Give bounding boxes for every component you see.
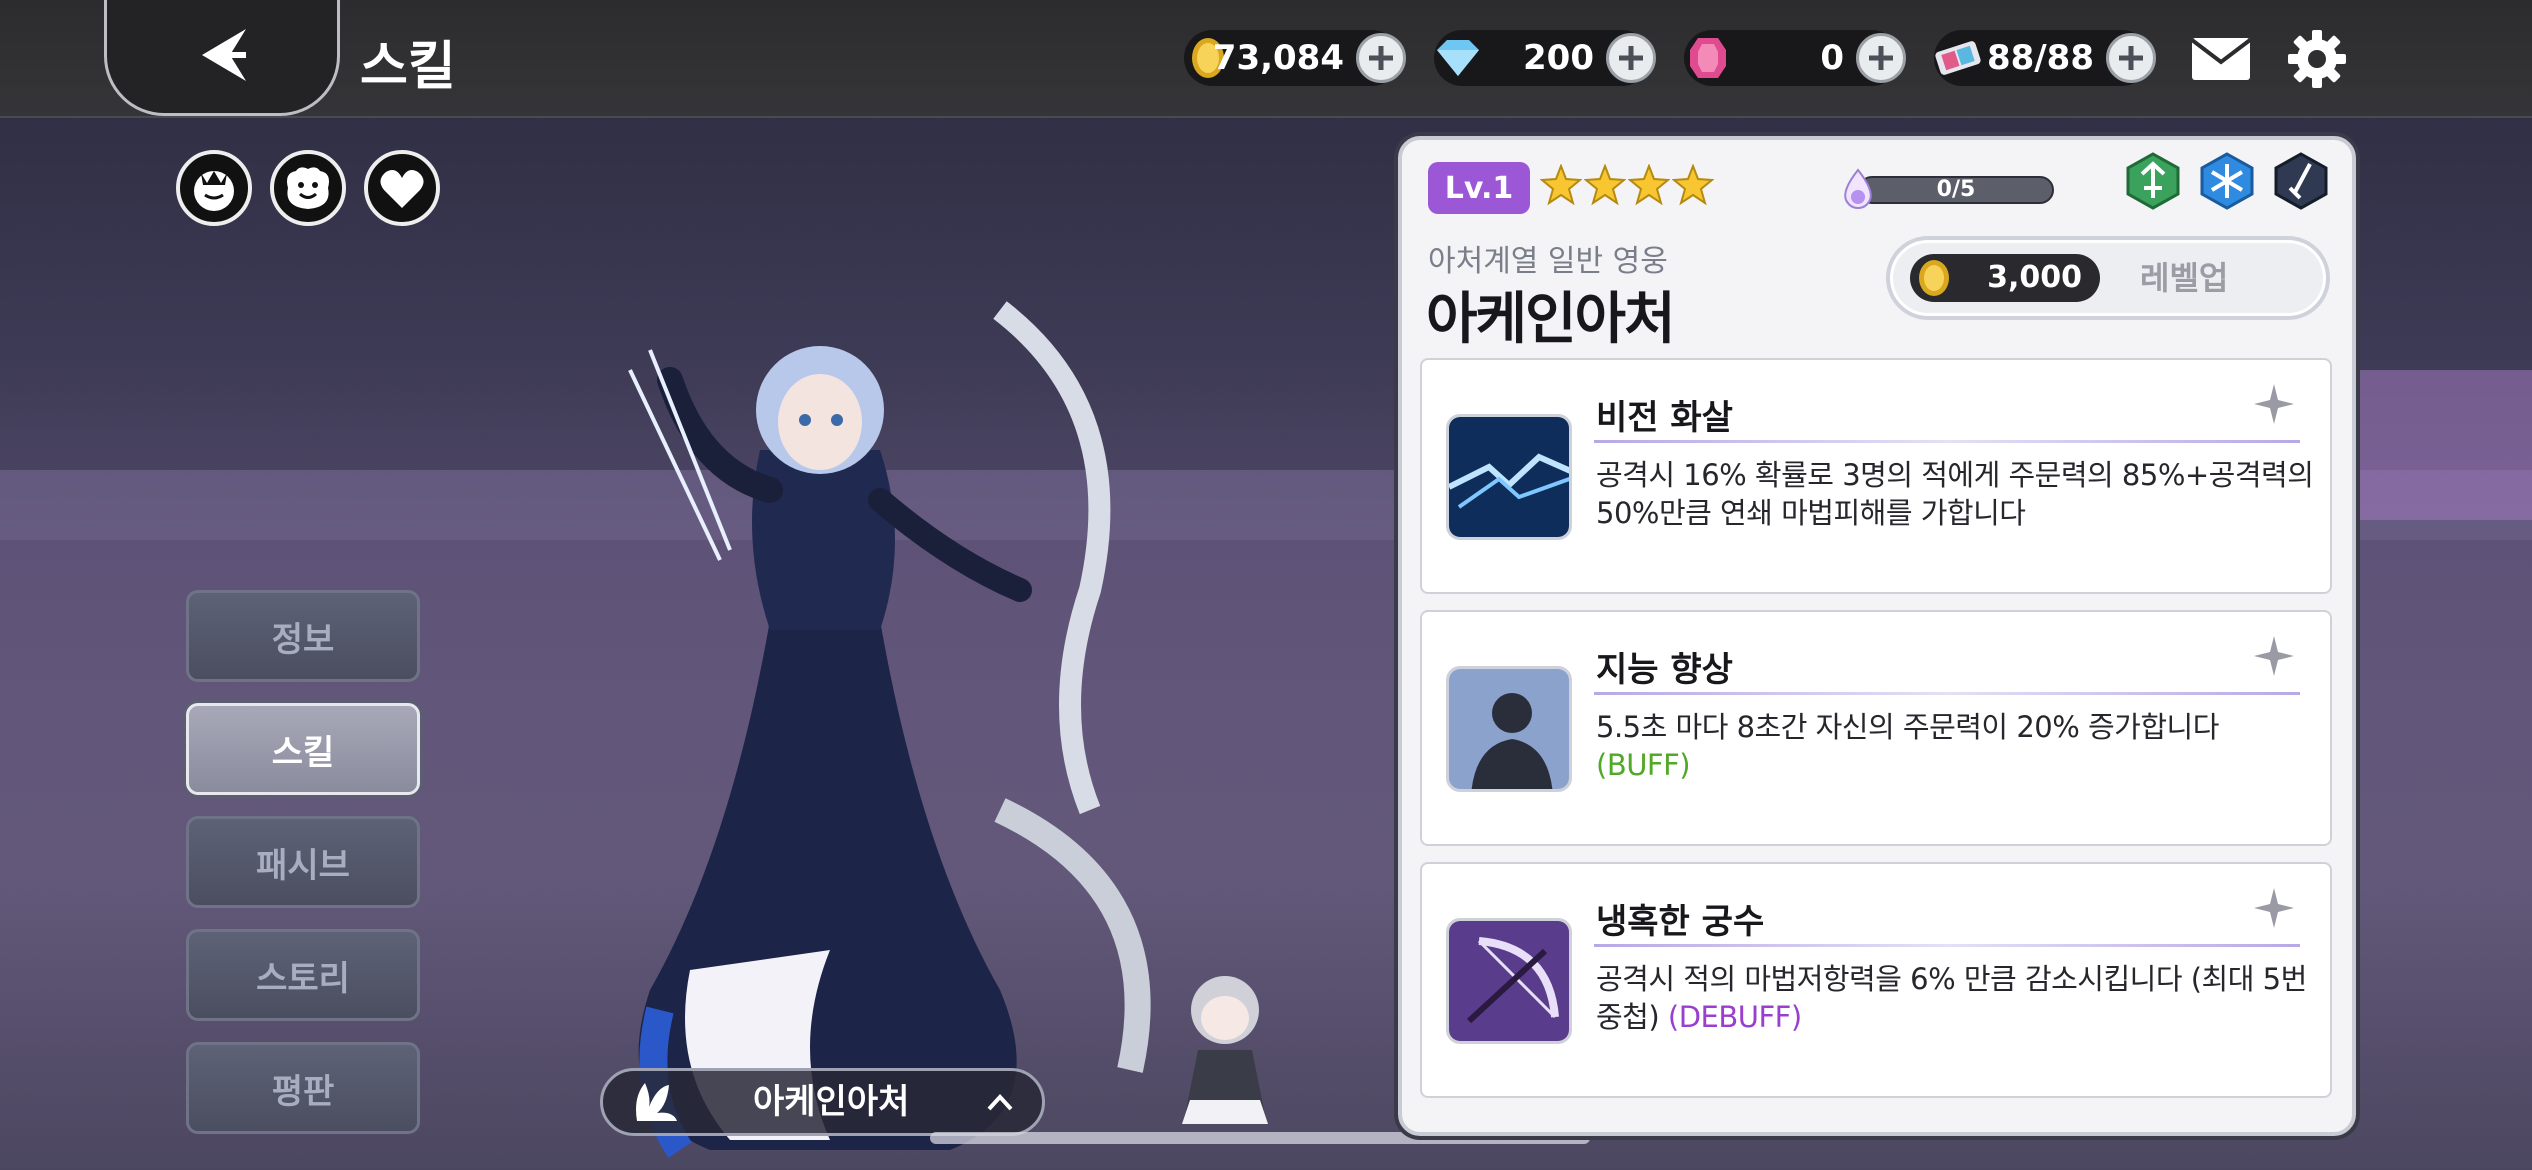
level-up-cost-value: 3,000 <box>1987 260 2082 295</box>
stamina-ticket-icon <box>1930 30 1986 86</box>
page-title: 스킬 <box>360 37 456 97</box>
character-name-bar[interactable]: 아케인아처 <box>600 1068 1045 1136</box>
stamina-counter: 88/88 <box>1934 30 2156 86</box>
ice-element-icon <box>2200 152 2254 210</box>
attack-type-icon <box>2274 152 2328 210</box>
exp-value: 0/5 <box>1936 177 1976 202</box>
back-arrow-icon <box>202 28 246 81</box>
level-badge: Lv.1 <box>1428 162 1530 214</box>
sparkle-icon <box>2254 888 2294 928</box>
chibi-character <box>1182 976 1268 1124</box>
tab-info[interactable]: 정보 <box>186 590 420 682</box>
plus-icon <box>1619 46 1643 70</box>
diamond-icon <box>1430 30 1486 86</box>
skill-card[interactable]: 냉혹한 궁수 공격시 적의 마법저항력을 6% 만큼 감소시킵니다 (최대 5번… <box>1420 862 2332 1098</box>
skill-card[interactable]: 비전 화살 공격시 16% 확률로 3명의 적에게 주문력의 85%+공격력의 … <box>1420 358 2332 594</box>
diamond-value: 200 <box>1523 38 1594 78</box>
skill-description: 공격시 적의 마법저항력을 6% 만큼 감소시킵니다 (최대 5번 중첩) (D… <box>1596 960 2316 1036</box>
soul-drop-icon <box>1844 168 1872 210</box>
skill-description: 공격시 16% 확률로 3명의 적에게 주문력의 85%+공격력의 50%만큼 … <box>1596 456 2316 532</box>
ruby-value: 0 <box>1820 38 1844 78</box>
tab-story[interactable]: 스토리 <box>186 929 420 1021</box>
heart-icon <box>380 170 424 208</box>
plus-icon <box>1869 46 1893 70</box>
smile-emote-button[interactable] <box>270 150 346 226</box>
skill-description-text: 5.5초 마다 8초간 자신의 주문력이 20% 증가합니다 <box>1596 710 2219 744</box>
gold-coin-icon <box>1919 260 1949 296</box>
skill-description-text: 공격시 16% 확률로 3명의 적에게 주문력의 85%+공격력의 50%만큼 … <box>1596 458 2314 530</box>
divider <box>1594 440 2300 443</box>
plus-icon <box>2119 46 2143 70</box>
level-up-button[interactable]: 3,000 레벨업 <box>1886 236 2330 320</box>
bow-skill-icon <box>1446 918 1572 1044</box>
mail-icon <box>2190 38 2252 80</box>
sparkle-icon <box>2254 384 2294 424</box>
level-up-label: 레벨업 <box>2140 259 2229 297</box>
star-icon <box>1672 164 1714 206</box>
character-artwork <box>628 301 1151 1158</box>
divider <box>1594 692 2300 695</box>
gold-counter: 73,084 <box>1184 30 1406 86</box>
settings-button[interactable] <box>2282 28 2352 90</box>
add-stamina-button[interactable] <box>2106 33 2156 83</box>
skill-description: 5.5초 마다 8초간 자신의 주문력이 20% 증가합니다 (BUFF) <box>1596 708 2316 784</box>
debuff-tag: (DEBUFF) <box>1667 1000 1802 1034</box>
stamina-value: 88/88 <box>1986 38 2094 78</box>
character-name: 아케인아처 <box>753 1082 910 1122</box>
diamond-counter: 200 <box>1434 30 1656 86</box>
add-diamond-button[interactable] <box>1606 33 1656 83</box>
buff-tag: (BUFF) <box>1596 748 1691 782</box>
skill-card[interactable]: 지능 향상 5.5초 마다 8초간 자신의 주문력이 20% 증가합니다 (BU… <box>1420 610 2332 846</box>
heart-emote-button[interactable] <box>364 150 440 226</box>
silhouette-skill-icon <box>1446 666 1572 792</box>
star-icon <box>1628 164 1670 206</box>
skill-name: 비전 화살 <box>1596 398 1733 438</box>
top-bar: 스킬 73,084 200 0 88/88 <box>0 0 2532 118</box>
ruby-gem-icon <box>1680 30 1736 86</box>
star-rating <box>1540 164 1714 206</box>
star-icon <box>1540 164 1582 206</box>
plus-icon <box>1369 46 1393 70</box>
ruby-counter: 0 <box>1684 30 1906 86</box>
archer-class-icon <box>2126 152 2180 210</box>
divider <box>1594 944 2300 947</box>
tab-skill[interactable]: 스킬 <box>186 703 420 795</box>
star-icon <box>1584 164 1626 206</box>
hero-name: 아케인아처 <box>1426 287 1676 352</box>
lightning-arrow-skill-icon <box>1446 414 1572 540</box>
mail-button[interactable] <box>2186 28 2256 90</box>
exp-bar: 0/5 <box>1838 166 2058 210</box>
level-up-cost: 3,000 <box>1910 254 2100 302</box>
gear-icon <box>2288 30 2346 88</box>
chevron-up-icon <box>987 1094 1013 1111</box>
crown-face-icon <box>194 171 234 211</box>
tab-reputation[interactable]: 평판 <box>186 1042 420 1134</box>
skill-panel: Lv.1 0/5 아처계열 일반 영웅 아케인아처 3,000 레벨업 비전 화… <box>1398 136 2356 1136</box>
back-button[interactable] <box>104 0 340 116</box>
add-ruby-button[interactable] <box>1856 33 1906 83</box>
smile-face-icon <box>287 167 329 209</box>
skill-name: 지능 향상 <box>1596 650 1733 690</box>
tab-passive[interactable]: 패시브 <box>186 816 420 908</box>
add-gold-button[interactable] <box>1356 33 1406 83</box>
sparkle-icon <box>2254 636 2294 676</box>
skill-name: 냉혹한 궁수 <box>1596 902 1765 942</box>
gold-value: 73,084 <box>1212 38 1344 78</box>
bunny-icon <box>636 1083 677 1121</box>
crown-emote-button[interactable] <box>176 150 252 226</box>
